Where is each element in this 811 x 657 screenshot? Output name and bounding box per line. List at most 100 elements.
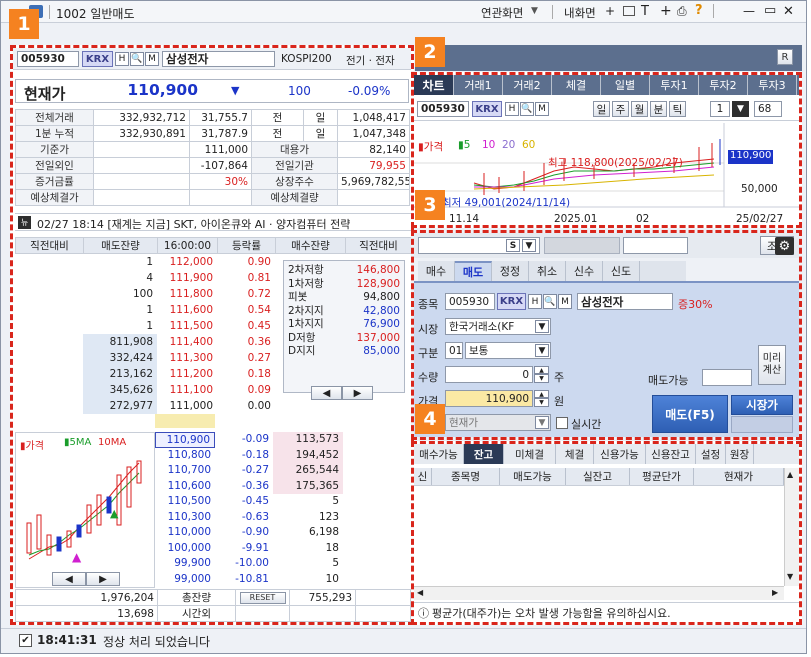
bid-price[interactable]: 110,800 (155, 448, 215, 464)
related-dropdown-icon[interactable]: ▼ (531, 6, 538, 16)
chart-tab[interactable]: 일별 (601, 75, 650, 95)
balance-tab[interactable]: 원장 (726, 444, 754, 464)
balance-tab[interactable]: 신용가능 (594, 444, 646, 464)
ask-price[interactable]: 111,900 (157, 270, 217, 286)
qty-stepper[interactable]: ▲ ▼ (534, 366, 549, 383)
chart-tab[interactable]: 거래2 (503, 75, 552, 95)
market-order-button[interactable]: 시장가 (731, 395, 793, 415)
balance-tab[interactable]: 체결 (556, 444, 594, 464)
ask-price[interactable]: 111,800 (157, 286, 217, 302)
ask-price[interactable]: 111,200 (157, 366, 217, 382)
order-tab[interactable]: 취소 (529, 261, 566, 281)
ask-price[interactable]: 111,500 (157, 318, 217, 334)
bid-price[interactable]: 110,600 (155, 479, 215, 495)
ask-price[interactable]: 111,300 (157, 350, 217, 366)
news-text[interactable]: 02/27 18:14 [재계는 지금] SKT, 아이온큐와 AI · 양자컴… (37, 216, 350, 230)
mini-chart-prev-button[interactable]: ◀ (52, 572, 86, 586)
period-button[interactable]: 일 (593, 101, 610, 117)
balance-tab[interactable]: 매수가능 (414, 444, 464, 464)
password-input[interactable] (623, 237, 688, 254)
account-select[interactable]: S ▼ (418, 237, 540, 254)
order-history-button[interactable]: H (528, 294, 542, 309)
order-memo-button[interactable]: M (558, 294, 572, 309)
period-button[interactable]: 틱 (669, 101, 686, 117)
bid-row[interactable]: 99,900 -10.00 5 (155, 556, 345, 572)
chart-market-badge[interactable]: KRX (472, 101, 502, 117)
stock-name-field[interactable]: 삼성전자 (162, 51, 275, 67)
order-tab[interactable]: 매수 (418, 261, 455, 281)
bid-row[interactable]: 110,000 -0.90 6,198 (155, 525, 345, 541)
bid-row[interactable]: 110,500 -0.45 5 (155, 494, 345, 510)
order-tab[interactable]: 신도 (603, 261, 640, 281)
bid-row[interactable]: 110,600 -0.36 175,365 (155, 478, 345, 495)
news-ticker[interactable]: 뉴 02/27 18:14 [재계는 지금] SKT, 아이온큐와 AI · 양… (15, 213, 411, 231)
close-button[interactable]: ✕ (783, 4, 794, 19)
interval-field[interactable]: 1 (710, 101, 730, 117)
order-search-icon[interactable]: 🔍 (543, 294, 557, 309)
balance-tab[interactable]: 신용잔고 (646, 444, 696, 464)
bid-row[interactable]: 110,900 -0.09 113,573 (155, 432, 345, 448)
ask-price[interactable]: 111,100 (157, 382, 217, 398)
order-tab[interactable]: 매도 (455, 261, 492, 281)
ask-price[interactable]: 112,000 (157, 254, 217, 270)
history-button[interactable]: H (115, 52, 129, 66)
gear-icon[interactable]: ⚙ (775, 237, 794, 255)
scroll-left-button[interactable]: ◀ (311, 386, 342, 400)
realtime-checkbox[interactable] (556, 417, 568, 429)
chart-tab[interactable]: 투자3 (748, 75, 797, 95)
order-type-select[interactable]: 보통 ▼ (465, 342, 551, 359)
balance-tab[interactable]: 설정 (696, 444, 726, 464)
chart-search-icon[interactable]: 🔍 (520, 102, 534, 116)
balance-tab[interactable]: 미체결 (504, 444, 556, 464)
chart-tab[interactable]: 체결 (552, 75, 601, 95)
bid-row[interactable]: 99,000 -10.81 10 (155, 571, 345, 588)
order-stock-name[interactable]: 삼성전자 (577, 293, 673, 310)
balance-tab[interactable]: 잔고 (464, 444, 504, 464)
bid-row[interactable]: 110,800 -0.18 194,452 (155, 447, 345, 464)
chart-memo-button[interactable]: M (535, 102, 549, 116)
order-type-code[interactable]: 01 (445, 342, 463, 359)
search-icon[interactable]: 🔍 (130, 52, 144, 66)
ask-price[interactable]: 111,000 (157, 398, 217, 414)
bid-price[interactable]: 110,700 (155, 463, 215, 479)
period-button[interactable]: 주 (612, 101, 629, 117)
chart-tab[interactable]: 차트 (414, 75, 454, 95)
chart-code-input[interactable]: 005930 (417, 101, 469, 117)
interval-dropdown-icon[interactable]: ▼ (732, 101, 749, 117)
bid-row[interactable]: 110,300 -0.63 123 (155, 509, 345, 526)
stock-code-input[interactable]: 005930 (17, 51, 79, 67)
reset-button[interactable]: RESET (239, 591, 286, 604)
ask-row[interactable]: 272,977 111,000 0.00 (15, 398, 411, 414)
bid-price[interactable]: 110,000 (155, 525, 215, 541)
order-tab[interactable]: 정정 (492, 261, 529, 281)
bid-price[interactable]: 110,300 (155, 510, 215, 526)
memo-button[interactable]: M (145, 52, 159, 66)
horizontal-scrollbar[interactable]: ◀ ▶ (414, 586, 784, 600)
bid-price[interactable]: 100,000 (155, 541, 215, 557)
ask-price[interactable]: 111,600 (157, 302, 217, 318)
calc-button[interactable]: 미리계산 (758, 345, 786, 385)
plus-icon[interactable]: + (660, 3, 672, 19)
market-badge[interactable]: KRX (82, 51, 113, 67)
count-field[interactable]: 68 (754, 101, 782, 117)
my-screen-menu[interactable]: 내화면 (564, 5, 596, 21)
price-type-select[interactable]: 현재가 ▼ (445, 414, 551, 431)
bid-price[interactable]: 110,900 (155, 432, 215, 448)
scroll-right-button[interactable]: ▶ (342, 386, 373, 400)
chart-tab[interactable]: 거래1 (454, 75, 503, 95)
order-market-badge[interactable]: KRX (497, 293, 526, 310)
chart-tab[interactable]: 투자2 (699, 75, 748, 95)
print-icon[interactable]: ⎙ (677, 4, 687, 19)
bid-price[interactable]: 99,000 (155, 572, 215, 588)
price-input[interactable]: 110,900 (445, 390, 533, 407)
qty-input[interactable]: 0 (445, 366, 533, 383)
minimize-button[interactable]: — (743, 4, 755, 18)
vertical-scrollbar[interactable]: ▲ ▼ (784, 468, 799, 586)
sell-button[interactable]: 매도(F5) (652, 395, 728, 433)
period-button[interactable]: 분 (650, 101, 667, 117)
mini-chart-next-button[interactable]: ▶ (86, 572, 120, 586)
bid-price[interactable]: 110,500 (155, 494, 215, 510)
help-icon[interactable]: ? (695, 3, 703, 18)
bid-row[interactable]: 110,700 -0.27 265,544 (155, 463, 345, 479)
related-screen-menu[interactable]: 연관화면 (481, 5, 523, 21)
